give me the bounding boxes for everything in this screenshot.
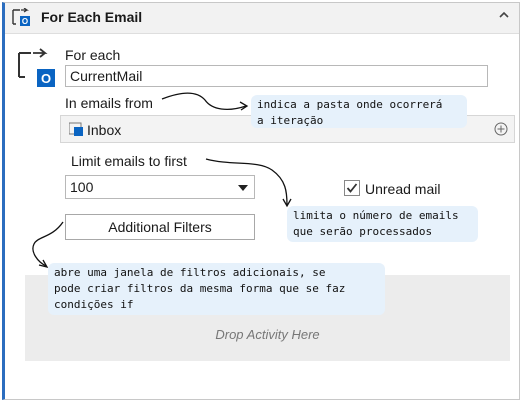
folder-annotation: indica a pasta onde ocorrerá a iteração — [251, 95, 467, 128]
for-each-email-activity[interactable]: O For Each Email O For each CurrentMail … — [2, 2, 520, 400]
folder-annotation-line-1: indica a pasta onde ocorrerá — [257, 98, 443, 111]
folder-value: Inbox — [87, 122, 122, 138]
drop-activity-text: Drop Activity Here — [215, 327, 320, 342]
filters-annotation-line-2: pode criar filtros da mesma forma que se… — [54, 282, 346, 295]
collapse-chevron-icon[interactable] — [497, 8, 511, 22]
dropdown-arrow-icon — [238, 185, 248, 191]
limit-annotation-line-2: que serão processados — [293, 225, 433, 238]
folder-annotation-line-2: a iteração — [257, 114, 324, 127]
for-each-label: For each — [65, 47, 121, 63]
for-each-email-icon: O — [12, 8, 30, 26]
limit-label: Limit emails to first — [71, 153, 187, 169]
svg-text:O: O — [41, 71, 51, 86]
unread-label: Unread mail — [365, 181, 441, 197]
activity-title: For Each Email — [41, 9, 143, 25]
limit-annotation-line-1: limita o número de emails — [293, 209, 459, 222]
emails-from-label: In emails from — [65, 95, 153, 111]
for-each-input[interactable]: CurrentMail — [65, 65, 488, 87]
filters-annotation-line-1: abre uma janela de filtros adicionais, s… — [54, 266, 326, 279]
svg-text:O: O — [22, 17, 28, 26]
unread-checkbox[interactable] — [344, 180, 360, 196]
checkbox-check-icon — [346, 183, 358, 193]
limit-select[interactable]: 100 — [65, 175, 255, 199]
limit-annotation: limita o número de emails que serão proc… — [287, 206, 478, 242]
outlook-icon: O — [18, 48, 55, 87]
limit-value: 100 — [70, 179, 94, 195]
additional-filters-button[interactable]: Additional Filters — [65, 214, 255, 240]
filters-annotation-line-3: condições if — [54, 298, 134, 311]
for-each-value: CurrentMail — [70, 68, 143, 84]
folder-icon — [69, 122, 83, 136]
add-circle-icon[interactable] — [494, 122, 508, 136]
filters-annotation: abre uma janela de filtros adicionais, s… — [48, 263, 385, 315]
activity-header[interactable]: O For Each Email — [5, 3, 519, 34]
